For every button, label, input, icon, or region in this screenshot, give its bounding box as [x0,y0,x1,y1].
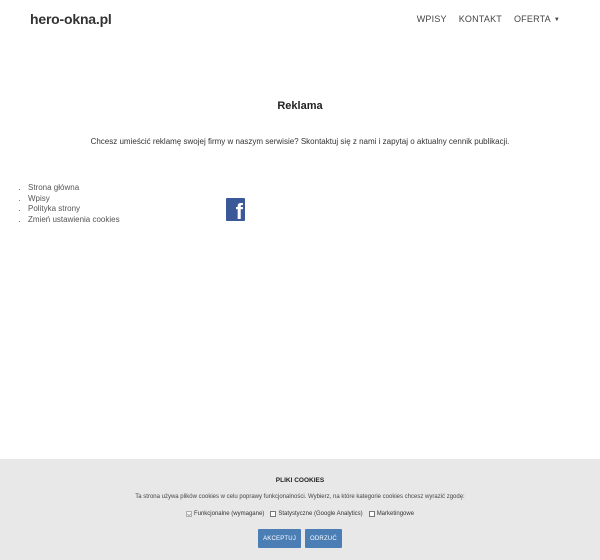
facebook-icon[interactable]: f [226,198,245,221]
nav-item-kontakt[interactable]: KONTAKT [459,14,502,24]
cookie-buttons: AKCEPTUJ ODRZUĆ [0,529,600,548]
chevron-down-icon: ▼ [553,17,560,23]
cookie-banner-text: Ta strona używa plików cookies w celu po… [135,494,465,500]
statistics-checkbox[interactable] [270,511,277,517]
footer-links: Strona główna Wpisy Polityka strony Zmie… [20,183,120,225]
site-logo[interactable]: hero-okna.pl [30,11,112,27]
nav-item-wpisy[interactable]: WPISY [417,14,447,24]
footer-link-item: Polityka strony [28,204,120,215]
footer-link-item: Strona główna [28,183,120,194]
footer-link-cookie-settings[interactable]: Zmień ustawienia cookies [28,215,120,224]
cookie-option-marketing[interactable]: Marketingowe [368,511,415,517]
footer-link-policy[interactable]: Polityka strony [28,204,80,213]
footer-link-item: Zmień ustawienia cookies [28,215,120,226]
marketing-checkbox[interactable] [368,511,375,517]
nav-item-oferta-label: OFERTA [513,14,551,24]
marketing-label: Marketingowe [376,511,415,517]
cookie-option-functional: Funkcjonalne (wymagane) [185,511,265,517]
footer-link-home[interactable]: Strona główna [28,183,79,192]
page-title: Reklama [277,100,323,112]
nav-item-oferta[interactable]: OFERTA ▼ [514,14,560,24]
facebook-glyph: f [235,199,243,222]
cookie-banner: PLIKI COOKIES Ta strona używa plików coo… [0,459,600,560]
cookie-banner-title: PLIKI COOKIES [275,477,325,484]
cookie-option-statistics[interactable]: Statystyczne (Google Analytics) [270,511,363,517]
main-nav: WPISY KONTAKT OFERTA ▼ [417,14,560,24]
accept-button[interactable]: AKCEPTUJ [258,529,302,548]
footer-link-wpisy[interactable]: Wpisy [28,194,50,203]
functional-checkbox [185,511,192,517]
footer-link-item: Wpisy [28,194,120,205]
functional-label: Funkcjonalne (wymagane) [193,511,265,517]
site-header: hero-okna.pl WPISY KONTAKT OFERTA ▼ [0,0,600,40]
reject-button[interactable]: ODRZUĆ [305,529,342,548]
cookie-options: Funkcjonalne (wymagane) Statystyczne (Go… [0,511,600,517]
page-intro-text: Chcesz umieścić reklamę swojej firmy w n… [90,137,510,146]
statistics-label: Statystyczne (Google Analytics) [278,511,363,517]
